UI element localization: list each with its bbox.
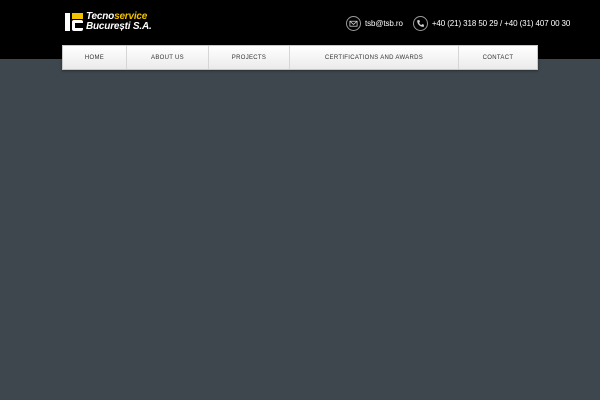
phone-icon	[412, 15, 428, 31]
email-link[interactable]: tsb@tsb.ro	[365, 19, 403, 28]
site-logo[interactable]: Tecnoservice București S.A.	[64, 12, 152, 32]
logo-text-line2: București S.A.	[86, 21, 152, 32]
header-contacts: tsb@tsb.ro +40 (21) 318 50 29 / +40 (31)…	[346, 14, 570, 32]
header-bar: Tecnoservice București S.A. tsb@tsb.ro +…	[0, 0, 600, 70]
phone-numbers[interactable]: +40 (21) 318 50 29 / +40 (31) 407 00 30	[432, 19, 571, 28]
page-content-area	[0, 59, 600, 400]
envelope-icon	[346, 15, 361, 31]
logo-wordmark: Tecnoservice București S.A.	[86, 12, 152, 32]
logo-mark-icon	[65, 13, 83, 31]
